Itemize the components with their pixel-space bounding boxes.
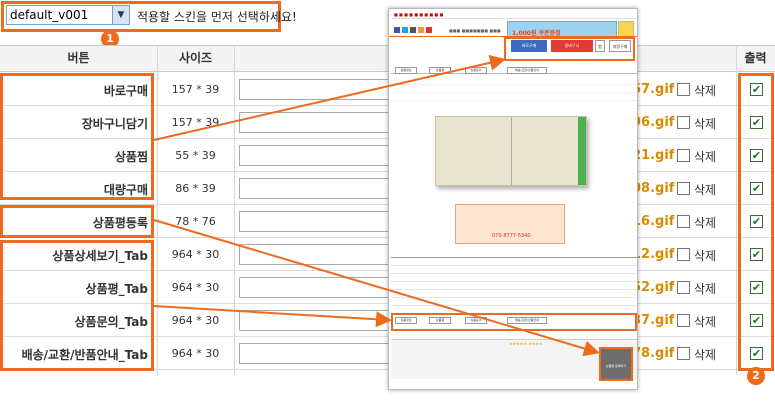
arrow-review-button <box>153 219 600 357</box>
arrow-buy-buttons <box>153 54 506 141</box>
callout-arrows <box>153 54 600 357</box>
arrow-tab-buttons <box>153 305 392 328</box>
